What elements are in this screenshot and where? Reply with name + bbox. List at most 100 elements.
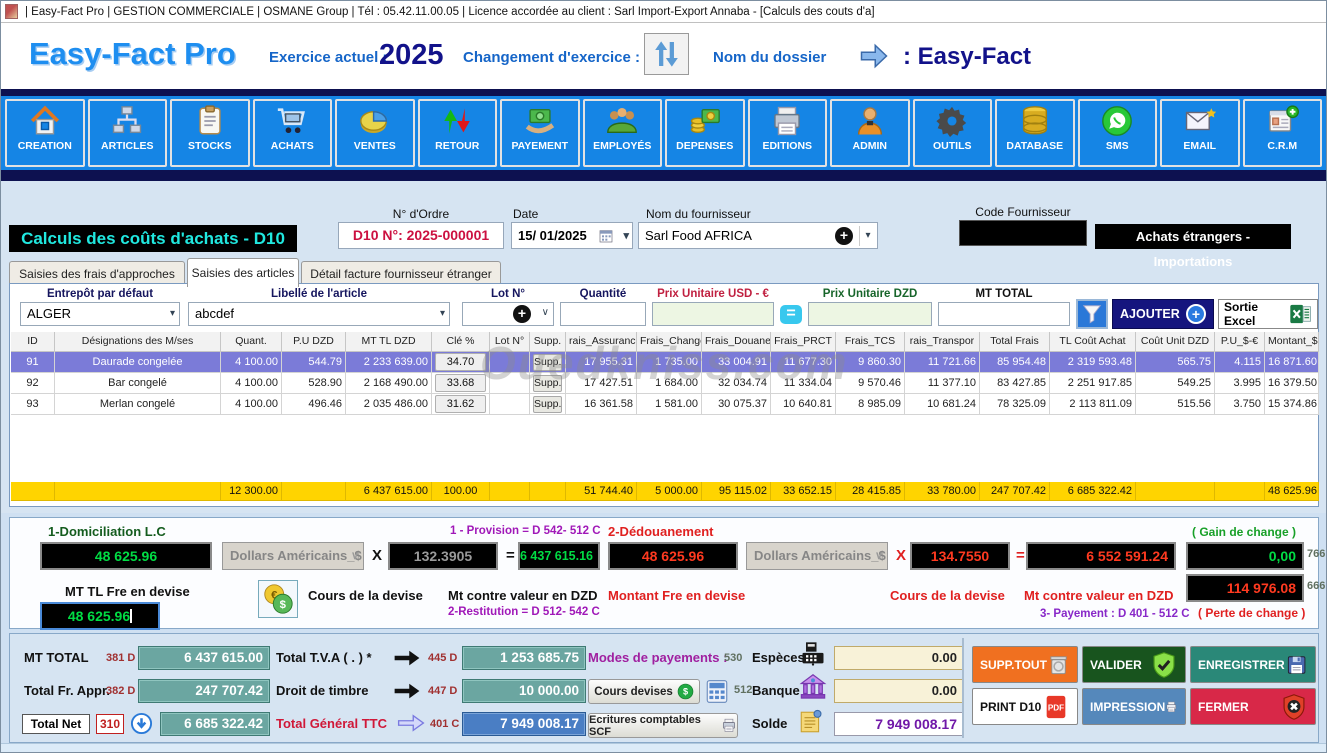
toolbar-button-editions[interactable]: EDITIONS — [748, 99, 828, 167]
supp-button[interactable]: Supp. — [533, 396, 562, 413]
ecritures-comptables-button[interactable]: Ecritures comptables SCF — [588, 713, 738, 738]
table-cell: 9 860.30 — [836, 352, 905, 373]
domiciliation-amount-field[interactable]: 48 625.96 — [40, 542, 212, 570]
plus-circle-icon — [1186, 304, 1206, 324]
chevron-down-icon[interactable] — [542, 307, 549, 318]
table-row[interactable]: 93Merlan congelé4 100.00496.462 035 486.… — [11, 394, 1319, 415]
table-cell: Supp. — [530, 394, 566, 415]
table-cell: 2 168 490.00 — [346, 373, 432, 394]
mt-fre-devise-field[interactable]: 48 625.96 — [40, 602, 160, 630]
supplier-code-field[interactable] — [959, 220, 1087, 246]
filter-button[interactable] — [1076, 299, 1108, 329]
down-circle-icon[interactable] — [130, 712, 153, 735]
toolbar-button-label: RETOUR — [435, 140, 479, 152]
toolbar-button-retour[interactable]: RETOUR — [418, 99, 498, 167]
toolbar-button-email[interactable]: EMAIL — [1160, 99, 1240, 167]
table-cell: 4.115 — [1215, 352, 1265, 373]
window-titlebar: | Easy-Fact Pro | GESTION COMMERCIALE | … — [1, 1, 1326, 23]
chevron-down-icon[interactable] — [859, 226, 876, 246]
lot-field[interactable] — [462, 302, 554, 326]
totals-cell: 48 625.96 — [1265, 482, 1319, 501]
toolbar-button-sms[interactable]: SMS — [1078, 99, 1158, 167]
pie-chart-icon — [358, 103, 392, 139]
dedouanement-currency-select[interactable]: Dollars Américains_$ — [746, 542, 888, 570]
table-cell: 9 570.46 — [836, 373, 905, 394]
swap-exercice-button[interactable] — [644, 33, 689, 75]
tab-saisies-articles[interactable]: Saisies des articles — [187, 258, 299, 287]
fermer-button[interactable]: FERMER — [1190, 688, 1316, 725]
toolbar-button-articles[interactable]: ARTICLES — [88, 99, 168, 167]
supplier-code-label: Code Fournisseur — [959, 205, 1087, 219]
excel-icon — [1289, 303, 1312, 325]
date-field[interactable]: 15/ 01/2025 — [511, 222, 633, 249]
supp-button[interactable]: Supp. — [533, 375, 562, 392]
solde-value: 7 949 008.17 — [834, 712, 964, 736]
article-select[interactable]: abcdef — [188, 302, 450, 326]
cours-devises-button[interactable]: Cours devises $ — [588, 679, 700, 704]
dossier-label: Nom du dossier — [713, 49, 826, 66]
equals-convert-icon[interactable] — [780, 305, 802, 324]
expenses-icon — [688, 103, 722, 139]
total-net-code: 310 — [96, 714, 124, 734]
totals-cell — [1136, 482, 1215, 501]
column-header: ID — [11, 332, 55, 352]
price-usd-input[interactable] — [652, 302, 774, 326]
toolbar-button-depenses[interactable]: DEPENSES — [665, 99, 745, 167]
printer-icon — [770, 103, 804, 139]
supp-button[interactable]: Supp. — [533, 354, 562, 371]
valider-button[interactable]: VALIDER — [1082, 646, 1186, 683]
toolbar-button-ventes[interactable]: VENTES — [335, 99, 415, 167]
add-lot-icon[interactable] — [513, 305, 531, 323]
cours-devise-label: Cours de la devise — [308, 588, 423, 603]
table-row[interactable]: 92Bar congelé4 100.00528.902 168 490.003… — [11, 373, 1319, 394]
toolbar-button-crm[interactable]: C.R.M — [1243, 99, 1323, 167]
arrow-outline-icon — [396, 714, 426, 732]
toolbar-button-stocks[interactable]: STOCKS — [170, 99, 250, 167]
mt-total-code: 381 D — [106, 652, 135, 664]
supplier-field[interactable]: Sarl Food AFRICA — [638, 222, 878, 249]
toolbar-button-employs[interactable]: EMPLOYÉS — [583, 99, 663, 167]
table-cell: 93 — [11, 394, 55, 415]
dedouanement-rate-field[interactable]: 134.7550 — [910, 542, 1010, 570]
domiciliation-result-field: 6 437 615.16 — [518, 542, 600, 570]
toolbar-button-admin[interactable]: ADMIN — [830, 99, 910, 167]
table-cell: 3.995 — [1215, 373, 1265, 394]
table-cell: 33 004.91 — [702, 352, 771, 373]
toolbar-button-database[interactable]: DATABASE — [995, 99, 1075, 167]
mt-total-value: 6 437 615.00 — [138, 646, 270, 670]
quantity-input[interactable] — [560, 302, 646, 326]
table-cell: 515.56 — [1136, 394, 1215, 415]
print-d10-button[interactable]: PRINT D10 PDF — [972, 688, 1078, 725]
column-header: P.U DZD — [282, 332, 346, 352]
domiciliation-currency-select[interactable]: Dollars Américains_$ — [222, 542, 364, 570]
enregistrer-button[interactable]: ENREGISTRER — [1190, 646, 1316, 683]
warehouse-select[interactable]: ALGER — [20, 302, 180, 326]
currency-coins-icon: €$ — [258, 580, 298, 618]
table-cell — [490, 373, 530, 394]
order-number-field[interactable]: D10 N°: 2025-000001 — [338, 222, 504, 249]
table-cell: Bar congelé — [55, 373, 221, 394]
table-cell: 83 427.85 — [980, 373, 1050, 394]
trash-icon — [1047, 651, 1070, 679]
totals-cell: 28 415.85 — [836, 482, 905, 501]
dollar-circle-icon: $ — [677, 683, 694, 700]
changement-exercice-label: Changement d'exercice : — [463, 49, 640, 66]
toolbar-button-outils[interactable]: OUTILS — [913, 99, 993, 167]
add-supplier-icon[interactable] — [835, 227, 853, 245]
price-dzd-input[interactable] — [808, 302, 932, 326]
excel-export-button[interactable]: Sortie Excel — [1218, 299, 1318, 329]
table-row[interactable]: 91Daurade congelée4 100.00544.792 233 63… — [11, 352, 1319, 373]
totals-cell — [282, 482, 346, 501]
toolbar-button-payement[interactable]: PAYEMENT — [500, 99, 580, 167]
dedouanement-amount-field[interactable]: 48 625.96 — [608, 542, 738, 570]
impression-button[interactable]: IMPRESSION — [1082, 688, 1186, 725]
toolbar-button-achats[interactable]: ACHATS — [253, 99, 333, 167]
calculator-icon[interactable] — [704, 678, 730, 705]
separator-top — [1, 89, 1326, 96]
mt-total-input[interactable] — [938, 302, 1070, 326]
svg-text:$: $ — [683, 687, 688, 697]
supp-tout-button[interactable]: SUPP.TOUT — [972, 646, 1078, 683]
add-article-button[interactable]: AJOUTER — [1112, 299, 1214, 329]
domiciliation-rate-field[interactable]: 132.3905 — [388, 542, 498, 570]
toolbar-button-creation[interactable]: CREATION — [5, 99, 85, 167]
